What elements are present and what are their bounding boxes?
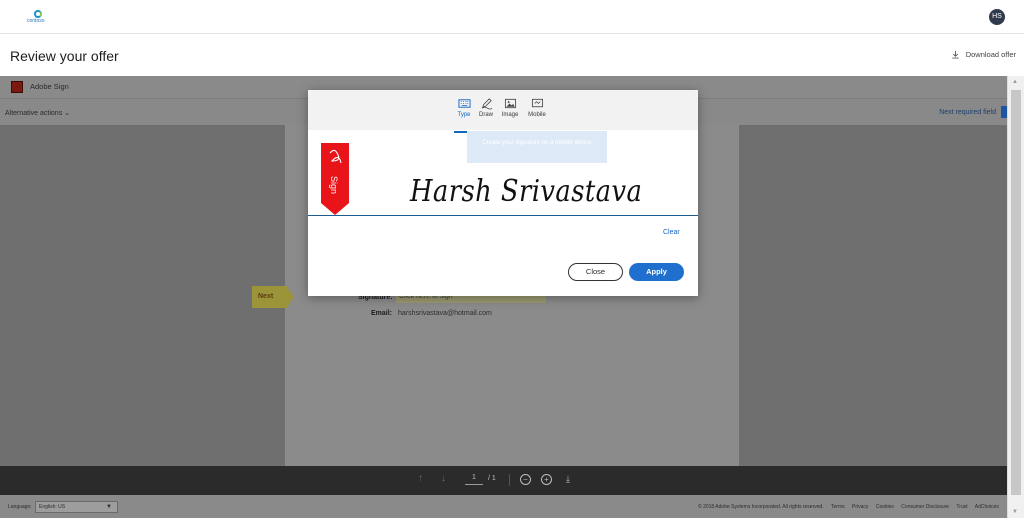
top-header: contoso HS xyxy=(0,0,1024,34)
tab-image[interactable]: Image xyxy=(498,97,522,118)
keyboard-icon xyxy=(458,97,471,110)
email-value: harshsrivastava@hotmail.com xyxy=(398,310,492,317)
tab-mobile-label: Mobile xyxy=(528,112,546,118)
typed-signature: Harsh Srivastava xyxy=(410,174,642,209)
tab-type-label: Type xyxy=(457,112,470,118)
next-field-tag[interactable]: Next xyxy=(252,286,294,308)
tab-image-label: Image xyxy=(502,112,519,118)
language-label: Language: xyxy=(8,504,32,510)
footer-link-terms[interactable]: Terms xyxy=(831,504,845,510)
scroll-up-icon[interactable]: ▲ xyxy=(1012,79,1018,85)
tab-draw-label: Draw xyxy=(479,112,493,118)
viewer-toolbar: ↑ ↓ 1 / 1 − + ⤓ xyxy=(0,466,1007,495)
language-value: English: US xyxy=(39,504,65,510)
copyright-text: © 2018 Adobe Systems Incorporated. All r… xyxy=(698,504,824,510)
page-total: / 1 xyxy=(488,475,496,482)
sign-flag-label: Sign xyxy=(329,176,339,194)
previous-page-icon[interactable]: ↑ xyxy=(418,473,423,484)
page-scrollbar[interactable]: ▲ ▼ xyxy=(1007,76,1024,518)
pen-icon xyxy=(480,97,493,110)
toolbar-divider xyxy=(509,474,510,486)
download-document-icon[interactable]: ⤓ xyxy=(566,474,570,485)
next-required-field-link[interactable]: Next required field xyxy=(939,109,996,116)
scroll-thumb[interactable] xyxy=(1011,90,1021,495)
page-number-input[interactable]: 1 xyxy=(465,474,483,485)
alternative-actions-menu[interactable]: Alternative actions ⌄ xyxy=(5,109,70,117)
avatar[interactable]: HS xyxy=(989,9,1005,25)
clear-signature-link[interactable]: Clear xyxy=(663,229,680,236)
footer-links: © 2018 Adobe Systems Incorporated. All r… xyxy=(698,504,1005,510)
scroll-down-icon[interactable]: ▼ xyxy=(1012,509,1018,515)
email-label: Email: xyxy=(371,310,392,317)
adobe-sign-flag-icon: Sign xyxy=(321,143,349,215)
close-button[interactable]: Close xyxy=(568,263,623,281)
tab-type[interactable]: Type xyxy=(452,97,476,118)
tab-draw[interactable]: Draw xyxy=(474,97,498,118)
viewer-app-title: Adobe Sign xyxy=(30,82,69,91)
logo-text: contoso xyxy=(27,18,45,24)
zoom-in-icon[interactable]: + xyxy=(541,474,552,485)
footer-link-adchoices[interactable]: AdChoices xyxy=(975,504,999,510)
contoso-logo[interactable]: contoso xyxy=(27,10,49,24)
apply-button[interactable]: Apply xyxy=(629,263,684,281)
page-title: Review your offer xyxy=(10,48,119,64)
dropdown-arrow-icon: ▼ xyxy=(106,502,112,512)
signature-method-tabs: Type Draw Image Mobile xyxy=(308,90,698,130)
mobile-icon xyxy=(531,97,544,110)
download-icon xyxy=(951,50,960,59)
zoom-out-icon[interactable]: − xyxy=(520,474,531,485)
download-offer-button[interactable]: Download offer xyxy=(951,50,1016,59)
tab-mobile[interactable]: Mobile xyxy=(525,97,549,118)
signature-dialog: Type Draw Image Mobile Create xyxy=(308,90,698,296)
language-select[interactable]: English: US ▼ xyxy=(35,501,118,513)
download-offer-label: Download offer xyxy=(966,50,1016,59)
logo-icon xyxy=(34,10,42,18)
next-page-icon[interactable]: ↓ xyxy=(441,473,446,484)
alternative-actions-label: Alternative actions xyxy=(5,110,62,117)
signature-baseline xyxy=(308,215,698,216)
adobe-sign-logo-icon xyxy=(11,81,23,93)
footer-link-consumer-disclosure[interactable]: Consumer Disclosure xyxy=(901,504,949,510)
chevron-down-icon: ⌄ xyxy=(64,110,70,117)
mobile-tab-tooltip: Create your signature on a mobile device xyxy=(467,131,607,163)
footer-link-trust[interactable]: Trust xyxy=(956,504,967,510)
image-icon xyxy=(504,97,517,110)
footer-link-privacy[interactable]: Privacy xyxy=(852,504,868,510)
title-bar: Review your offer Download offer xyxy=(0,34,1024,76)
footer-link-cookies[interactable]: Cookies xyxy=(876,504,894,510)
viewer-footer: Language: English: US ▼ © 2018 Adobe Sys… xyxy=(0,495,1007,518)
